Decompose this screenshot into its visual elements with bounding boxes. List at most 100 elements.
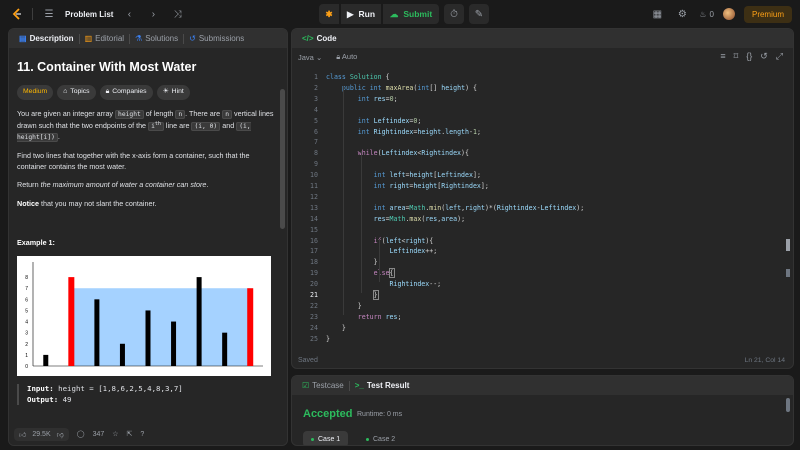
code-token: Leftindex [381,149,418,158]
editor-scrollbar-mark [786,269,790,277]
case-label: Case 2 [373,435,396,443]
flask-icon: ⚗ [135,34,143,43]
text: that you may not slant the container. [38,198,157,208]
history-icon: ↺ [189,34,196,43]
scrollbar[interactable] [280,89,285,229]
terminal-icon: >_ [354,381,364,390]
layout-grid-icon[interactable]: ▦ [649,6,665,22]
case-2-tab[interactable]: Case 2 [358,431,403,445]
companies-tag[interactable]: 🔒︎ Companies [99,85,153,100]
tab-label: Test Result [366,381,410,390]
problem-list-icon[interactable]: ☰ [41,6,57,22]
language-select[interactable]: Java ⌄ [298,53,322,62]
line-number: 11 [310,182,318,190]
topics-tag[interactable]: ⌂ Topics [57,85,96,100]
superscript: th [154,120,161,127]
code-line[interactable]: int right=height[Rightindex]; [326,182,489,190]
hint-tag[interactable]: ☀ Hint [156,85,190,100]
output-line: Output: 49 [27,395,279,406]
bookmark-icon[interactable]: ⌑ [734,51,739,62]
code-line[interactable]: int Leftindex=0; [326,117,422,125]
code-line[interactable]: while(Leftindex<Rightindex){ [326,149,469,157]
line-number: 6 [314,127,318,136]
code-token: left [389,171,406,180]
tab-solutions[interactable]: ⚗ Solutions [130,29,183,48]
code-token: length [445,127,469,136]
code-line[interactable]: } [326,335,330,343]
chevron-left-icon[interactable]: ‹ [121,6,137,22]
notes-icon[interactable]: ✎ [469,4,489,24]
bar [196,277,202,366]
code-line[interactable]: int area=Math.min(left,right)*(Rightinde… [326,203,585,212]
code-token: Leftindex [437,171,473,180]
leetcode-logo-icon[interactable] [10,7,24,21]
premium-button[interactable]: Premium [743,5,792,23]
code-token: Math [409,203,426,212]
tab-submissions[interactable]: ↺ Submissions [184,29,249,48]
comment-icon[interactable]: ◯ [77,430,85,438]
code-line[interactable]: return res; [326,313,402,321]
expand-icon[interactable]: ⤢ [776,51,783,62]
code-line[interactable]: else{ [326,268,395,279]
scrollbar[interactable] [786,398,790,412]
text: line are [163,120,192,130]
tab-description[interactable]: ▤ Description [14,29,79,48]
code-token: { [388,268,395,279]
code-line[interactable]: } [326,290,379,300]
case-1-tab[interactable]: Case 1 [303,431,349,445]
submit-button[interactable]: ☁ Submit [383,4,439,24]
share-icon[interactable]: ⇱ [127,430,133,438]
debug-button[interactable]: ✱ [319,4,339,24]
line-number: 19 [310,269,318,278]
run-button[interactable]: ▶ Run [341,4,381,24]
tab-test-result[interactable]: >_ Test Result [350,376,415,395]
braces-icon[interactable]: {} [746,51,752,62]
tab-testcase[interactable]: ☑ Testcase [297,376,349,395]
tab-editorial[interactable]: ▥ Editorial [80,29,129,48]
page-title: 11. Container With Most Water [17,60,197,74]
result-tabs: ☑ Testcase >_ Test Result [292,376,793,395]
timer-icon[interactable]: ⏱ [444,4,464,24]
text: of length [143,108,176,118]
code-line[interactable]: int res=0; [326,95,398,103]
code-token: else [373,269,390,278]
code-line[interactable]: res=Math.max(res,area); [326,215,465,223]
flame-icon: ♨ [699,9,707,19]
thumbs-down-icon[interactable]: 👎︎ [57,430,64,439]
shuffle-icon[interactable]: ⤨ [169,6,185,22]
inline-code: n [222,109,232,119]
bar [222,332,228,366]
code-line[interactable]: class Solution { [326,73,390,81]
problem-list-link[interactable]: Problem List [65,10,113,19]
code-editor[interactable]: 1 class Solution {2 public int maxArea(in… [292,71,793,343]
format-icon[interactable]: ≡ [720,51,725,62]
tab-code[interactable]: </> Code [297,29,342,48]
help-icon[interactable]: ? [140,431,144,438]
y-tick-label: 0 [25,364,28,370]
code-token: Rightindex [389,280,430,289]
chevron-right-icon[interactable]: › [145,6,161,22]
code-line[interactable]: int Rightindex=height.length-1; [326,128,481,136]
indent-guide [343,85,344,315]
like-count: 29.5K [32,430,51,438]
text: . [57,132,60,142]
book-icon: ▥ [84,34,93,43]
code-line[interactable]: int left=height[Leftindex]; [326,171,481,179]
code-token: int [373,171,386,180]
reset-icon[interactable]: ↺ [760,51,768,62]
code-line[interactable]: } [326,258,378,266]
streak-counter[interactable]: ♨ 0 [699,10,714,19]
avatar[interactable] [722,8,735,20]
input-value: height = [1,8,6,2,5,4,8,3,7] [58,383,183,393]
auto-mode[interactable]: 🔒︎ Auto [336,52,357,62]
thumbs-up-icon[interactable]: 👍︎ [19,430,26,439]
star-icon[interactable]: ☆ [112,430,118,438]
tag-label: Companies [112,88,147,96]
code-line[interactable]: } [326,324,346,332]
difficulty-badge[interactable]: Medium [17,85,54,100]
code-line[interactable]: public int maxArea(int[] height) { [326,84,477,92]
save-status: Saved [298,357,318,364]
bar [94,299,100,366]
settings-gear-icon[interactable]: ⚙ [674,6,690,22]
editor-scrollbar[interactable] [786,239,790,251]
